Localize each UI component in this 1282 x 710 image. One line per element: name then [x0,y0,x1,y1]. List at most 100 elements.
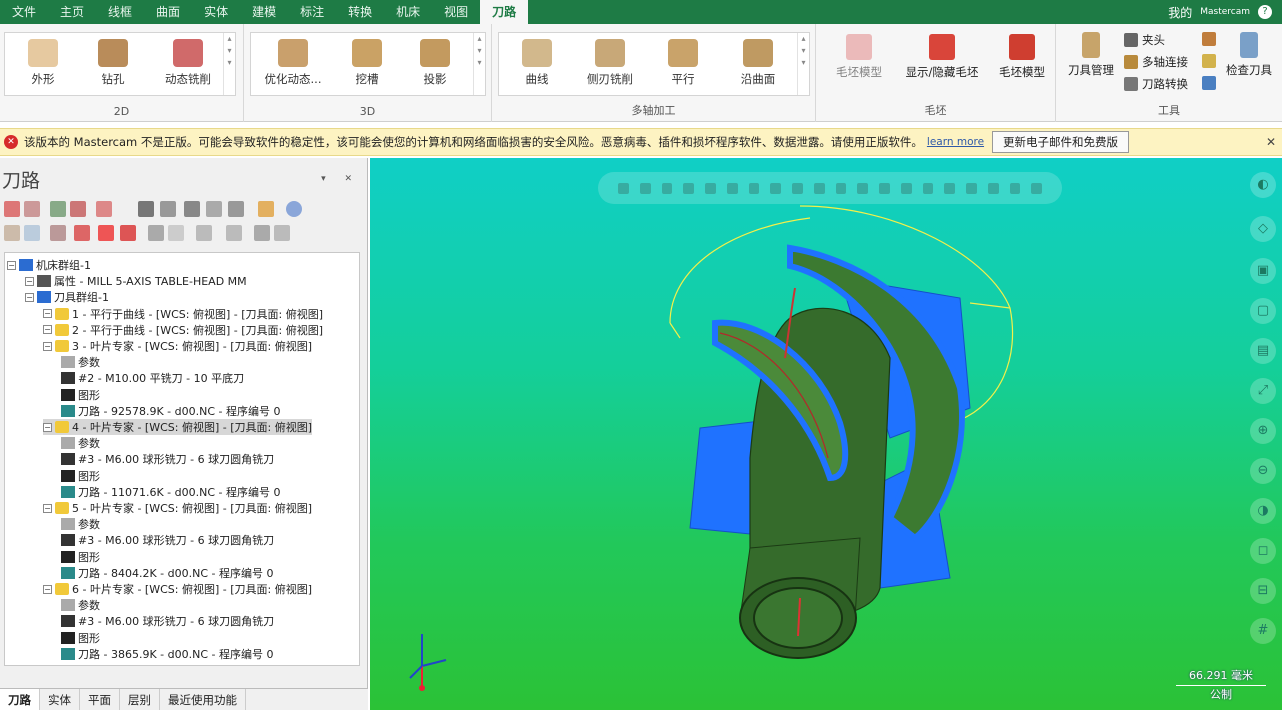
help-icon[interactable]: ? [1258,5,1272,19]
tree-node[interactable]: − 属性 - MILL 5-AXIS TABLE-HEAD MM [25,273,247,289]
holder-button[interactable]: 夹头 [1124,32,1165,48]
tool-extra-2[interactable] [1202,54,1216,68]
tree-node[interactable]: − 5 - 叶片专家 - [WCS: 俯视图] - [刀具面: 俯视图] [43,500,312,516]
tree-node[interactable]: #3 - M6.00 球形铣刀 - 6 球刀圆角铣刀 [61,451,274,467]
tool-extra-1[interactable] [1202,32,1216,46]
expand-toggle-icon[interactable]: − [25,276,34,286]
menu-machine[interactable]: 机床 [384,0,432,24]
arrow-down-icon[interactable] [74,225,90,241]
menu-home[interactable]: 主页 [48,0,96,24]
tree-node[interactable]: 刀路 - 3865.9K - d00.NC - 程序编号 0 [61,646,273,662]
expand-toggle-icon[interactable]: − [7,260,16,270]
insert-icon[interactable] [98,225,114,241]
info-link[interactable]: learn more [927,136,984,148]
dynamic-mill-button[interactable]: 动态铣削 [153,37,223,93]
tab-recent-functions[interactable]: 最近使用功能 [160,689,246,710]
simulate-icon[interactable] [96,201,112,217]
select-all-icon[interactable] [4,201,20,217]
stock-model-button[interactable]: 毛坯模型 [824,34,894,80]
tree-node[interactable]: 图形 [61,387,100,403]
expand-icon[interactable] [254,225,270,241]
menu-model[interactable]: 建模 [240,0,288,24]
pocket-button[interactable]: 挖槽 [337,37,397,93]
user-label[interactable]: 我的 [1168,4,1192,21]
parallel-button[interactable]: 平行 [651,37,715,93]
graphics-viewport[interactable]: ◐ ◇ ▣ ▢ ▤ ⤢ ⊕ ⊖ ◑ ◻ ⊟ # 66.291 毫米 公制 [370,158,1282,710]
move-icon[interactable] [4,225,20,241]
tree-node[interactable]: − 2 - 平行于曲线 - [WCS: 俯视图] - [刀具面: 俯视图] [43,322,323,338]
verify-icon[interactable] [160,201,176,217]
gallery-scroll[interactable]: ▴ ▾ ▾ [223,33,235,95]
tree-node[interactable]: − 机床群组-1 [7,257,91,273]
check-holder-button[interactable]: 检查刀具 [1220,32,1278,78]
menu-wireframe[interactable]: 线框 [96,0,144,24]
gallery-scroll[interactable]: ▴ ▾ ▾ [473,33,485,95]
tree-node[interactable]: 参数 [61,354,100,370]
expand-toggle-icon[interactable]: − [25,292,34,302]
tree-node[interactable]: 图形 [61,468,100,484]
menu-solid[interactable]: 实体 [192,0,240,24]
menu-toolpaths[interactable]: 刀路 [480,0,529,24]
tool-extra-3[interactable] [1202,76,1216,90]
contour-button[interactable]: 外形 [13,37,73,93]
g1-icon[interactable] [206,201,222,217]
tree-node[interactable]: 刀路 - 92578.9K - d00.NC - 程序编号 0 [61,403,280,419]
optirough-button[interactable]: 优化动态... [255,37,331,93]
tree-node[interactable]: 图形 [61,630,100,646]
collapse-icon[interactable] [274,225,290,241]
expand-toggle-icon[interactable]: − [43,422,52,432]
tree-node[interactable]: − 3 - 叶片专家 - [WCS: 俯视图] - [刀具面: 俯视图] [43,338,312,354]
multiaxis-link-button[interactable]: 多轴连接 [1124,54,1188,70]
tree-node[interactable]: 刀路 - 11071.6K - d00.NC - 程序编号 0 [61,484,280,500]
tree-node[interactable]: 参数 [61,516,100,532]
diamond-icon[interactable] [120,225,136,241]
copy-icon[interactable] [24,225,40,241]
gallery-scroll[interactable]: ▴ ▾ ▾ [797,33,809,95]
tree-node[interactable]: 参数 [61,435,100,451]
panel-controls[interactable]: ▾ ✕ [321,174,360,184]
stock-model-2-button[interactable]: 毛坯模型 [992,34,1052,80]
tool-manager-button[interactable]: 刀具管理 [1062,32,1120,78]
backplot-icon[interactable] [138,201,154,217]
tab-solids[interactable]: 实体 [40,689,80,710]
info-action-button[interactable]: 更新电子邮件和免费版 [992,131,1130,153]
tree-node[interactable]: − 4 - 叶片专家 - [WCS: 俯视图] - [刀具面: 俯视图] [43,419,312,435]
arrow-up-icon[interactable] [50,225,66,241]
tree-node[interactable]: − 刀具群组-1 [25,289,109,305]
tree-node[interactable]: 图形 [61,549,100,565]
menu-view[interactable]: 视图 [432,0,480,24]
high-speed-icon[interactable] [228,201,244,217]
help-icon[interactable] [286,201,302,217]
tab-levels[interactable]: 层别 [120,689,160,710]
menu-transform[interactable]: 转换 [336,0,384,24]
display-icon[interactable] [168,225,184,241]
post-icon[interactable] [184,201,200,217]
select-icon[interactable] [24,201,40,217]
curve-button[interactable]: 曲线 [505,37,569,93]
info-close-icon[interactable]: ✕ [1266,135,1276,149]
project-button[interactable]: 投影 [405,37,465,93]
tool-icon[interactable] [258,201,274,217]
menu-dimension[interactable]: 标注 [288,0,336,24]
tree-node[interactable]: − 6 - 叶片专家 - [WCS: 俯视图] - [刀具面: 俯视图] [43,581,312,597]
tree-node[interactable]: 刀路 - 8404.2K - d00.NC - 程序编号 0 [61,565,273,581]
tab-planes[interactable]: 平面 [80,689,120,710]
expand-toggle-icon[interactable]: − [43,503,52,513]
expand-toggle-icon[interactable]: − [43,341,52,351]
filter-icon[interactable] [196,225,212,241]
tree-node[interactable]: − 1 - 平行于曲线 - [WCS: 俯视图] - [刀具面: 俯视图] [43,306,323,322]
tree-node[interactable]: #3 - M6.00 球形铣刀 - 6 球刀圆角铣刀 [61,613,274,629]
lock-icon[interactable] [148,225,164,241]
tree-node[interactable]: #2 - M10.00 平铣刀 - 10 平底刀 [61,370,244,386]
menu-file[interactable]: 文件 [0,0,48,24]
expand-toggle-icon[interactable]: − [43,584,52,594]
tree-node[interactable]: 参数 [61,597,100,613]
drill-button[interactable]: 钻孔 [83,37,143,93]
swarf-button[interactable]: 侧刃铣削 [575,37,645,93]
expand-toggle-icon[interactable]: − [43,309,52,319]
show-hide-stock-button[interactable]: 显示/隐藏毛坯 [900,34,984,80]
toolpath-transform-button[interactable]: 刀路转换 [1124,76,1188,92]
options-icon[interactable] [226,225,242,241]
menu-surface[interactable]: 曲面 [144,0,192,24]
expand-toggle-icon[interactable]: − [43,325,52,335]
